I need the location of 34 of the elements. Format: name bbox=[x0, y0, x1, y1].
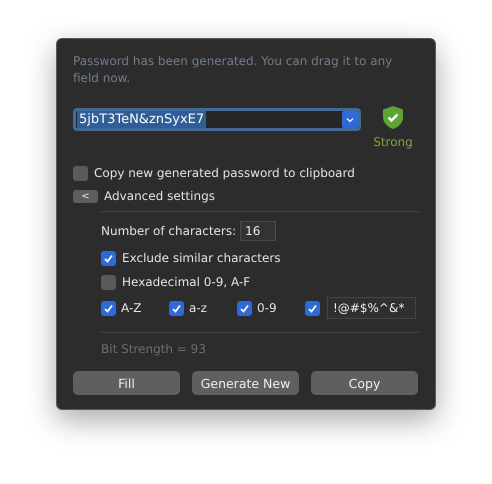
checkbox[interactable] bbox=[101, 300, 116, 316]
action-button[interactable]: Fill bbox=[73, 371, 180, 395]
dropdown-button[interactable] bbox=[342, 111, 358, 128]
checkbox[interactable] bbox=[101, 250, 116, 266]
password-text: 5jbT3TeN&znSyxE7 bbox=[77, 111, 206, 128]
checkmark-icon bbox=[103, 302, 114, 314]
checkbox-label: A-Z bbox=[121, 301, 142, 315]
shield-check-icon bbox=[382, 105, 404, 130]
number-field[interactable]: 16 bbox=[240, 221, 276, 241]
disclosure-button[interactable]: < bbox=[73, 190, 98, 202]
checkbox[interactable] bbox=[237, 300, 252, 316]
checkbox-label: a-z bbox=[189, 301, 207, 315]
bit-strength-label: Bit Strength = 93 bbox=[101, 332, 419, 359]
chevron-down-icon bbox=[346, 116, 354, 122]
checkmark-icon bbox=[171, 302, 182, 314]
password-field[interactable]: 5jbT3TeN&znSyxE7 bbox=[73, 108, 361, 131]
section-label: Advanced settings bbox=[104, 189, 215, 203]
checkmark-icon bbox=[307, 302, 318, 314]
checkbox[interactable] bbox=[101, 274, 116, 290]
checkbox-label: 0-9 bbox=[257, 301, 277, 315]
checkmark-icon bbox=[103, 252, 114, 264]
field-label: Number of characters: bbox=[101, 224, 236, 238]
checkbox[interactable] bbox=[73, 166, 88, 180]
symbols-field[interactable]: !@#$%^&* bbox=[327, 297, 416, 319]
checkbox-label: Copy new generated password to clipboard bbox=[94, 166, 355, 180]
checkbox-label: Exclude similar characters bbox=[122, 251, 281, 265]
checkmark-icon bbox=[239, 302, 250, 314]
strength-label: Strong bbox=[373, 135, 413, 149]
info-message: Password has been generated. You can drag it to any field now. bbox=[73, 53, 394, 87]
action-button[interactable]: Generate New bbox=[192, 371, 299, 395]
checkbox[interactable] bbox=[169, 300, 184, 316]
checkbox[interactable] bbox=[305, 300, 320, 316]
action-button[interactable]: Copy bbox=[311, 371, 418, 395]
checkbox-label: Hexadecimal 0-9, A-F bbox=[122, 275, 250, 289]
